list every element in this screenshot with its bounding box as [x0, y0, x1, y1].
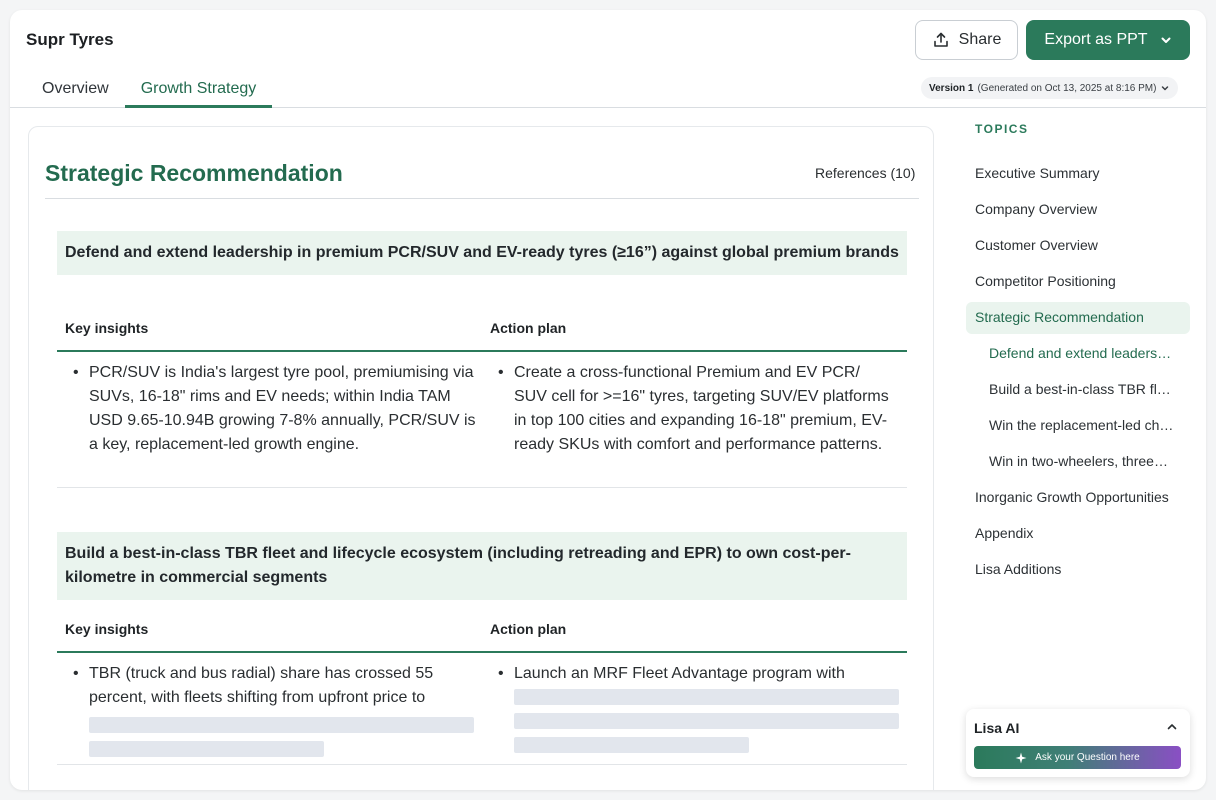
tab-overview[interactable]: Overview: [26, 70, 125, 108]
content-card: Strategic Recommendation References (10)…: [28, 126, 934, 790]
page-title: Strategic Recommendation: [45, 160, 343, 186]
loading-skeleton: [89, 741, 324, 757]
bullet-dot: •: [73, 364, 79, 381]
sparkle-icon: [1015, 752, 1027, 763]
divider: [45, 198, 919, 199]
sidebar-item-executive-summary[interactable]: Executive Summary: [966, 158, 1190, 190]
insight-bullet: • PCR/SUV is India's largest tyre pool, p…: [73, 361, 479, 457]
insight-text: TBR (truck and bus radial) share has cro…: [89, 665, 434, 706]
bullet-dot: •: [498, 364, 504, 381]
share-label: Share: [958, 31, 1002, 48]
loading-skeleton: [514, 689, 899, 705]
bullet-dot: •: [498, 665, 504, 682]
loading-skeleton: [89, 717, 474, 733]
column-header-action: Action plan: [490, 320, 567, 336]
app-window: Supr Tyres Share Export as PPT Overview …: [10, 10, 1206, 790]
sidebar-subitem-defend-and-extend[interactable]: Defend and extend leaders…: [980, 338, 1190, 370]
ask-label: Ask your Question here: [1035, 752, 1140, 763]
references-link[interactable]: References (10): [815, 165, 915, 181]
sidebar-subitem-win-replacement[interactable]: Win the replacement-led ch…: [980, 410, 1190, 442]
row-divider: [57, 764, 907, 765]
version-selector[interactable]: Version 1 (Generated on Oct 13, 2025 at …: [921, 77, 1179, 99]
action-text: Create a cross-functional Premium and EV…: [514, 364, 889, 453]
sidebar-item-lisa-additions[interactable]: Lisa Additions: [966, 554, 1190, 586]
insight-bullet: • TBR (truck and bus radial) share has cr…: [73, 662, 479, 710]
lisa-title: Lisa AI: [974, 720, 1020, 736]
sidebar-item-competitor-positioning[interactable]: Competitor Positioning: [966, 266, 1190, 298]
version-label: Version 1: [929, 82, 974, 94]
chevron-down-icon: [1161, 37, 1171, 43]
sidebar-subitem-win-two-wheelers[interactable]: Win in two-wheelers, three…: [980, 446, 1190, 478]
insight-text: PCR/SUV is India's largest tyre pool, pr…: [89, 364, 476, 453]
header-rule: [57, 651, 907, 653]
column-header-insights: Key insights: [65, 320, 149, 336]
sidebar-item-strategic-recommendation[interactable]: Strategic Recommendation: [966, 302, 1190, 334]
topics-heading: TOPICS: [975, 122, 1029, 136]
header-rule: [57, 350, 907, 352]
loading-skeleton: [514, 713, 899, 729]
action-bullet: • Create a cross-functional Premium and E…: [498, 361, 889, 457]
bullet-dot: •: [73, 665, 79, 682]
export-label: Export as PPT: [1044, 31, 1148, 48]
sidebar-item-inorganic-growth[interactable]: Inorganic Growth Opportunities: [966, 482, 1190, 514]
column-header-action: Action plan: [490, 621, 567, 637]
sidebar-item-company-overview[interactable]: Company Overview: [966, 194, 1190, 226]
action-text: Launch an MRF Fleet Advantage program wi…: [514, 665, 845, 682]
sidebar-subitem-build-tbr-fleet[interactable]: Build a best-in-class TBR fl…: [980, 374, 1190, 406]
export-ppt-button[interactable]: Export as PPT: [1026, 20, 1190, 60]
chevron-down-icon: [1162, 86, 1169, 91]
tab-bar: Overview Growth Strategy: [26, 70, 273, 108]
top-bar: Supr Tyres Share Export as PPT Overview …: [10, 10, 1206, 108]
share-icon: [933, 32, 948, 47]
row-divider: [57, 487, 907, 488]
ask-question-button[interactable]: Ask your Question here: [974, 746, 1181, 769]
sidebar-item-customer-overview[interactable]: Customer Overview: [966, 230, 1190, 262]
tab-growth-strategy[interactable]: Growth Strategy: [124, 70, 273, 108]
recommendation-heading: Build a best-in-class TBR fleet and life…: [57, 532, 907, 600]
recommendation-heading: Defend and extend leadership in premium …: [57, 231, 907, 275]
column-header-insights: Key insights: [65, 621, 149, 637]
lisa-ai-panel: Lisa AI Ask your Question here: [966, 709, 1190, 777]
action-bullet: • Launch an MRF Fleet Advantage program w…: [498, 662, 894, 686]
sidebar-item-appendix[interactable]: Appendix: [966, 518, 1190, 550]
loading-skeleton: [514, 737, 749, 753]
share-button[interactable]: Share: [915, 20, 1018, 60]
version-detail: (Generated on Oct 13, 2025 at 8:16 PM): [977, 82, 1157, 94]
app-title: Supr Tyres: [26, 30, 114, 49]
chevron-up-icon[interactable]: [1166, 721, 1178, 733]
